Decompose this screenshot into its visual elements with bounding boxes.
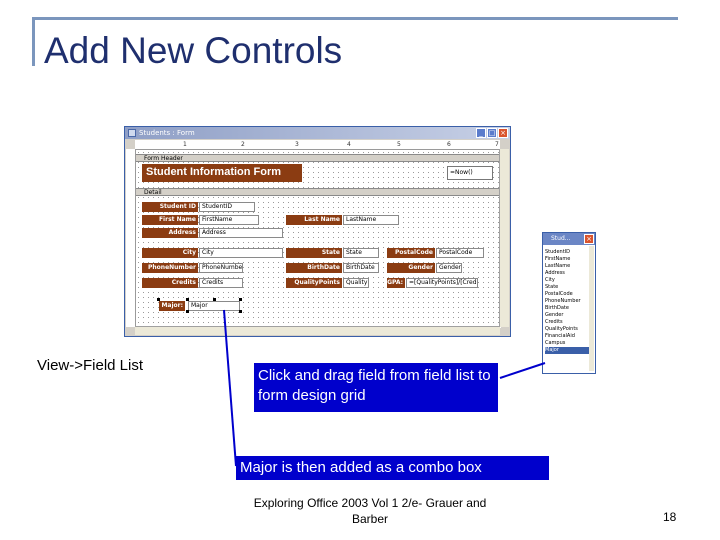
callout-drag: Click and drag field from field list to … <box>254 363 498 412</box>
arrow-combo-line <box>223 309 237 467</box>
callout-combo: Major is then added as a combo box <box>236 456 549 480</box>
arrow-drag-line <box>499 362 546 379</box>
footer-citation: Exploring Office 2003 Vol 1 2/e- Grauer … <box>253 496 487 526</box>
caption-field-list: View->Field List <box>37 357 144 374</box>
page-number: 18 <box>663 510 677 524</box>
